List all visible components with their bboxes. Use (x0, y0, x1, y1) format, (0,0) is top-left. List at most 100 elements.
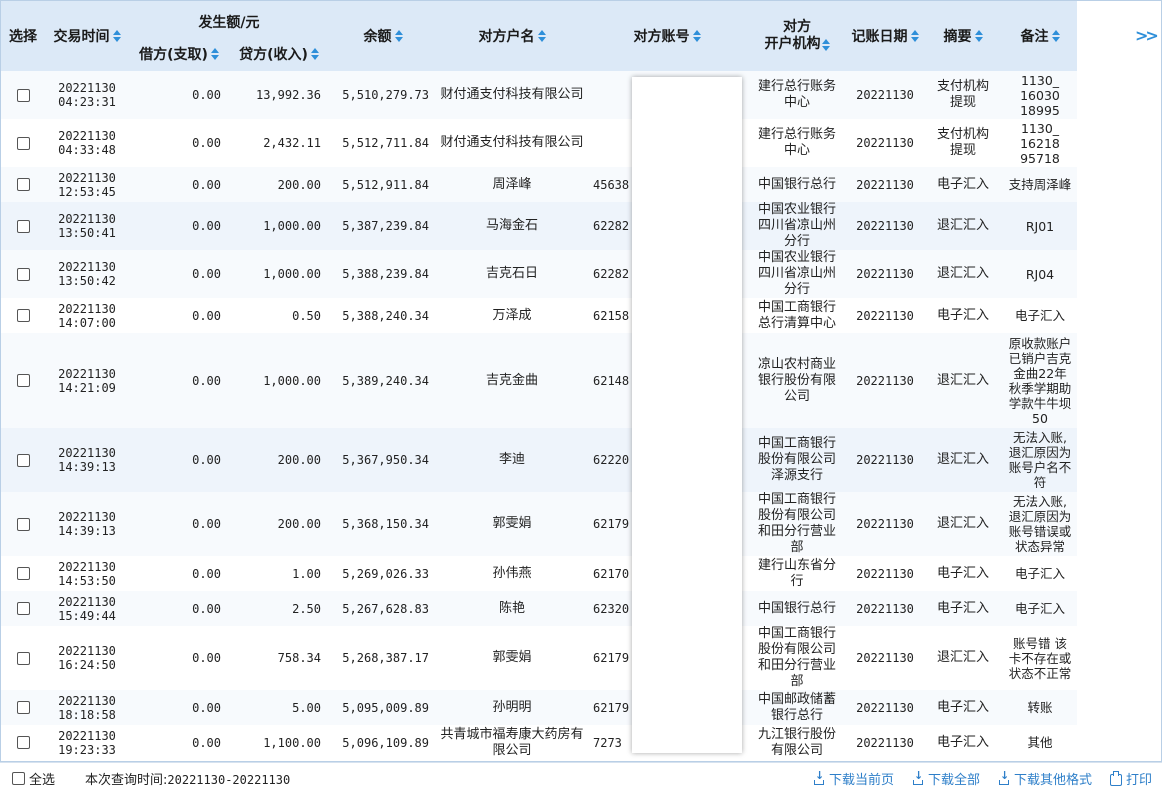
remark-cell: 无法入账, 退汇原因为 账号户名不符 (1003, 428, 1077, 492)
debit-cell: 0.00 (192, 219, 221, 233)
row-select[interactable] (1, 428, 45, 492)
summary-cell: 退汇汇入 (936, 516, 989, 531)
header-counterparty-bank[interactable]: 对方 开户机构 (747, 1, 847, 71)
trade-time-cell: 20221130 14:53:50 (45, 556, 129, 591)
counterparty-bank-cell: 凉山农村商业银行股份有限公司 (757, 356, 836, 404)
table-row[interactable]: 20221130 14:07:00 0.00 0.50 5,388,240.34 万泽成 6… (1, 298, 1161, 333)
balance-cell: 5,267,628.83 (342, 601, 429, 616)
row-select[interactable] (1, 725, 45, 760)
trade-time-cell: 20221130 12:53:45 (45, 167, 129, 202)
sort-icon (112, 29, 121, 43)
balance-cell: 5,387,239.84 (342, 219, 429, 233)
row-select[interactable] (1, 119, 45, 167)
table-row[interactable]: 20221130 14:53:50 0.00 1.00 5,269,026.33 孙伟燕 6… (1, 556, 1161, 591)
trade-date: 20221130 (58, 559, 116, 574)
header-balance[interactable]: 余额 (329, 1, 437, 71)
table-row[interactable]: 20221130 13:50:42 0.00 1,000.00 5,388,239.84… (1, 250, 1161, 298)
trade-time-cell: 20221130 14:21:09 (45, 333, 129, 428)
select-all[interactable]: 全选 (12, 769, 55, 788)
row-select[interactable] (1, 333, 45, 428)
trade-time-cell: 20221130 14:07:00 (45, 298, 129, 333)
row-checkbox[interactable] (16, 178, 30, 191)
header-counterparty-name[interactable]: 对方户名 (437, 1, 587, 71)
row-select[interactable] (1, 690, 45, 725)
table-row[interactable]: 20221130 04:33:48 0.00 2,432.11 5,512,711.84… (1, 119, 1161, 167)
table-row[interactable]: 20221130 14:39:13 0.00 200.00 5,368,150.34 郭雯… (1, 492, 1161, 556)
counterparty-bank-cell: 中国银行总行 (757, 600, 836, 616)
row-select[interactable] (1, 298, 45, 333)
table-row[interactable]: 20221130 15:49:44 0.00 2.50 5,267,628.83 陈艳 62… (1, 591, 1161, 626)
table-row[interactable]: 20221130 12:53:45 0.00 200.00 5,512,911.84 周泽… (1, 167, 1161, 202)
row-select[interactable] (1, 591, 45, 626)
summary-cell: 支付机构提现 (936, 127, 989, 158)
header-trade-time[interactable]: 交易时间 (45, 1, 129, 71)
counterparty-name-cell: 李迪 (498, 452, 525, 467)
remark-line: 原收款账户 (1008, 335, 1072, 351)
trade-clock: 04:23:31 (58, 95, 116, 109)
query-time-value: 20221130-20221130 (167, 773, 291, 787)
trade-date: 20221130 (58, 129, 116, 143)
header-credit[interactable]: 贷方(收入) (229, 37, 329, 71)
download-all-button[interactable]: 下载全部 (912, 769, 980, 788)
row-select[interactable] (1, 202, 45, 250)
row-checkbox[interactable] (16, 374, 30, 387)
row-select[interactable] (1, 626, 45, 690)
book-date-cell: 20221130 (856, 219, 914, 233)
row-select[interactable] (1, 71, 45, 119)
remark-line: 1130_ (1020, 72, 1060, 88)
table-row[interactable]: 20221130 14:21:09 0.00 1,000.00 5,389,240.34… (1, 333, 1161, 428)
select-all-label: 全选 (29, 773, 56, 788)
row-checkbox[interactable] (16, 517, 30, 531)
download-other-format-button[interactable]: 下载其他格式 (998, 769, 1092, 788)
trade-clock: 14:53:50 (58, 573, 116, 588)
trade-date: 20221130 (58, 446, 116, 460)
row-select[interactable] (1, 250, 45, 298)
table-row[interactable]: 20221130 13:50:41 0.00 1,000.00 5,387,239.84… (1, 202, 1161, 250)
row-checkbox[interactable] (16, 453, 30, 467)
row-select[interactable] (1, 167, 45, 202)
row-checkbox[interactable] (16, 567, 30, 580)
book-date-cell: 20221130 (856, 453, 914, 467)
summary-cell: 退汇汇入 (936, 650, 989, 665)
more-columns-button[interactable]: >> (1135, 26, 1159, 45)
select-all-checkbox[interactable] (12, 772, 25, 785)
sort-icon (1051, 29, 1060, 43)
row-checkbox[interactable] (16, 701, 30, 714)
remark-line: 电子汇入 (1014, 566, 1065, 581)
balance-cell: 5,367,950.34 (342, 453, 429, 467)
header-remark[interactable]: 备注 (1003, 1, 1077, 71)
trade-date: 20221130 (58, 81, 116, 95)
book-date-cell: 20221130 (856, 517, 914, 531)
trade-date: 20221130 (58, 212, 116, 226)
header-debit[interactable]: 借方(支取) (129, 37, 229, 71)
row-checkbox[interactable] (16, 88, 30, 102)
table-row[interactable]: 20221130 18:18:58 0.00 5.00 5,095,009.89 孙明明 6… (1, 690, 1161, 725)
row-select[interactable] (1, 556, 45, 591)
row-checkbox[interactable] (16, 651, 30, 665)
remark-line: 账号户名不 (1008, 460, 1072, 475)
download-page-button[interactable]: 下载当前页 (813, 769, 894, 788)
counterparty-name-cell: 财付通支付科技有限公司 (440, 135, 584, 150)
row-checkbox[interactable] (16, 136, 30, 150)
header-book-date[interactable]: 记账日期 (847, 1, 923, 71)
row-checkbox[interactable] (16, 736, 30, 749)
table-row[interactable]: 20221130 14:39:13 0.00 200.00 5,367,950.34 李迪… (1, 428, 1161, 492)
table-row[interactable]: 20221130 19:23:33 0.00 1,100.00 5,096,109.89… (1, 725, 1161, 760)
table-row[interactable]: 20221130 16:24:50 0.00 758.34 5,268,387.17 郭雯… (1, 626, 1161, 690)
row-checkbox[interactable] (16, 267, 30, 281)
row-checkbox[interactable] (16, 602, 30, 615)
header-summary[interactable]: 摘要 (923, 1, 1003, 71)
remark-line: 学款牛牛坝 (1008, 395, 1072, 411)
table-row[interactable]: 20221130 04:23:31 0.00 13,992.36 5,510,279.7… (1, 71, 1161, 119)
row-checkbox[interactable] (16, 309, 30, 322)
summary-cell: 支付机构提现 (936, 79, 989, 110)
book-date-cell: 20221130 (856, 308, 914, 323)
print-button[interactable]: 打印 (1109, 769, 1152, 788)
row-checkbox[interactable] (16, 219, 30, 233)
row-select[interactable] (1, 492, 45, 556)
remark-cell: RJ04 (1003, 250, 1077, 298)
remark-line: 1130_ (1020, 120, 1060, 136)
counterparty-bank-cell: 中国银行总行 (757, 176, 836, 192)
header-counterparty-account[interactable]: 对方账号 (587, 1, 747, 71)
counterparty-bank-cell: 中国农业银行四川省凉山州分行 (757, 250, 836, 297)
